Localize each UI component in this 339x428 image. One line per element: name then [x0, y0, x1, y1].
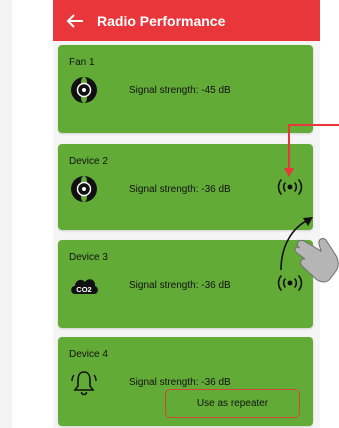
- signal-strength: Signal strength: -45 dB: [129, 85, 231, 96]
- signal-strength: Signal strength: -36 dB: [129, 184, 231, 195]
- radio-signal-icon[interactable]: [277, 273, 303, 293]
- fan-icon: [71, 77, 97, 103]
- device-card-fan-1[interactable]: Fan 1 Signal strength: -45 dB: [58, 45, 313, 133]
- signal-strength: Signal strength: -36 dB: [129, 280, 231, 291]
- device-name: Device 3: [69, 252, 108, 263]
- co2-label: CO2: [76, 285, 91, 294]
- signal-strength: Signal strength: -36 dB: [129, 377, 231, 388]
- app-screen: Radio Performance Fan 1 Signal strength:…: [53, 0, 320, 428]
- app-bar: Radio Performance: [53, 0, 320, 41]
- device-card-device-4[interactable]: Device 4 Signal strength: -36 dB Use as …: [58, 337, 313, 426]
- device-name: Device 2: [69, 156, 108, 167]
- device-name: Device 4: [69, 349, 108, 360]
- bell-icon: [71, 371, 97, 396]
- device-card-device-3[interactable]: Device 3 CO2 Signal strength: -36 dB: [58, 240, 313, 328]
- arrow-left-icon: [66, 13, 83, 28]
- use-as-repeater-button[interactable]: Use as repeater: [165, 389, 300, 418]
- back-button[interactable]: [53, 0, 97, 41]
- co2-cloud-icon: CO2: [71, 279, 98, 294]
- radio-signal-icon[interactable]: [277, 177, 303, 197]
- device-card-device-2[interactable]: Device 2 Signal strength: -36 dB: [58, 144, 313, 230]
- background-panel: [0, 0, 12, 428]
- fan-icon: [71, 176, 97, 202]
- device-name: Fan 1: [69, 57, 95, 68]
- page-title: Radio Performance: [97, 12, 226, 29]
